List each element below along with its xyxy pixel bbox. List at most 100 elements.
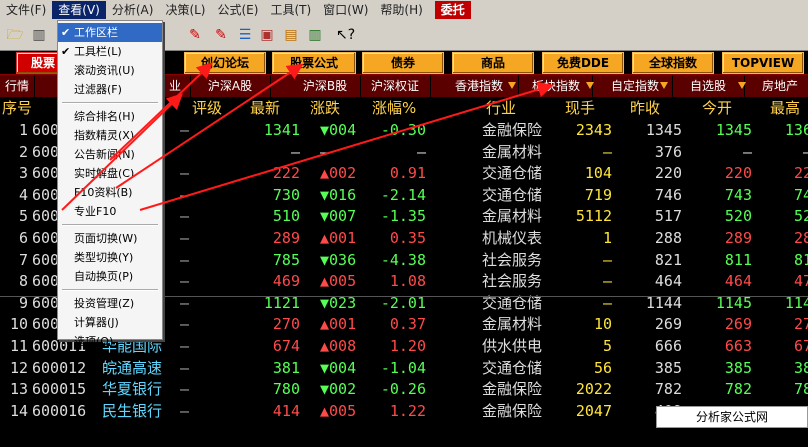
cell-chg: ▲002 [320, 164, 357, 183]
folder-icon[interactable]: ▤ [282, 26, 300, 44]
cell-seq: 7 [18, 250, 28, 269]
menu-item[interactable]: 公式(E) [212, 1, 265, 19]
category-tab[interactable]: 沪深权证 [360, 75, 431, 97]
cell-pct: -2.14 [380, 185, 426, 204]
menu-option[interactable]: 综合排名(H) [58, 107, 162, 126]
category-tab[interactable]: 房地产 [752, 75, 808, 97]
menu-item[interactable]: 工具(T) [264, 1, 317, 19]
header-high[interactable]: 最高 [770, 97, 800, 119]
category-tab[interactable]: 沪深A股 [190, 75, 271, 97]
header-seq[interactable]: 序号 [2, 97, 32, 119]
quick-button[interactable]: 全球指数 [632, 52, 714, 74]
category-tab[interactable]: 业 [160, 75, 191, 97]
menu-option[interactable]: 选项(O) [58, 332, 162, 351]
header-open[interactable]: 今开 [702, 97, 732, 119]
cell-code: 600016 [32, 401, 87, 420]
cell-seq: 4 [18, 185, 28, 204]
open-folder-icon[interactable]: 🗁 [6, 26, 24, 44]
dropdown-arrow-icon[interactable] [508, 82, 516, 89]
help-pointer-icon[interactable]: ↖? [336, 26, 355, 44]
menu-option[interactable]: 类型切换(Y) [58, 248, 162, 267]
header-pct[interactable]: 涨幅% [372, 97, 416, 119]
cell-vol: — [602, 250, 612, 269]
cell-open: 520 [724, 207, 752, 226]
header-rating[interactable]: 评级 [192, 97, 222, 119]
cell-chg: ▼004 [320, 121, 357, 139]
cell-open: 743 [724, 185, 752, 204]
table-row[interactable]: 13 600015 华夏银行 — 780 ▼002 -0.26 金融保险 2022 782 782 7… [0, 378, 808, 400]
menu-item[interactable]: 委托 [434, 1, 471, 19]
menu-item[interactable]: 帮助(H) [374, 1, 428, 19]
pen2-icon[interactable]: ✎ [212, 26, 230, 44]
cell-rating: — [180, 207, 190, 226]
cell-pct: -0.30 [380, 121, 426, 139]
cell-rating: — [180, 272, 190, 291]
dropdown-arrow-icon[interactable] [660, 82, 668, 89]
menu-option[interactable]: ✔ 工作区栏 [58, 23, 162, 42]
category-tab[interactable]: 板块指数 [520, 75, 593, 97]
cell-last: 730 [272, 185, 300, 204]
cell-chg: ▲001 [320, 315, 357, 334]
cell-rating: — [180, 337, 190, 355]
quick-button[interactable]: 创幻论坛 [184, 52, 266, 74]
cell-seq: 8 [18, 272, 28, 291]
menu-option[interactable]: 计算器(J) [58, 313, 162, 332]
cell-code: 600 [32, 250, 60, 269]
category-tab[interactable]: 沪深B股 [290, 75, 361, 97]
menu-option[interactable]: 投资管理(Z) [58, 294, 162, 313]
cell-open: 811 [724, 250, 752, 269]
cell-ind: 金融保险 [482, 380, 543, 399]
menu-option[interactable]: 实时解盘(C) [58, 164, 162, 183]
quick-button[interactable]: 股票公式 [272, 52, 356, 74]
menu-option[interactable]: F10资料(B) [58, 183, 162, 202]
list-icon[interactable]: ☰ [236, 26, 254, 44]
menu-option[interactable]: 自动换页(P) [58, 267, 162, 286]
cell-ind: 社会服务 [482, 250, 543, 269]
dropdown-arrow-icon[interactable] [586, 82, 594, 89]
category-tab[interactable]: 行情 [0, 75, 35, 97]
header-industry[interactable]: 行业 [486, 97, 516, 119]
menu-item[interactable]: 查看(V) [52, 1, 106, 19]
header-change[interactable]: 涨跌 [310, 97, 340, 119]
pen-icon[interactable]: ✎ [186, 26, 204, 44]
cell-last: 222 [272, 164, 300, 183]
table-row[interactable]: 12 600012 皖通高速 — 381 ▼004 -1.04 交通仓储 56 385 385 38 [0, 357, 808, 379]
quick-button[interactable]: 债券 [362, 52, 444, 74]
menu-option[interactable]: 页面切换(W) [58, 229, 162, 248]
category-tab[interactable]: 自选股 [672, 75, 745, 97]
header-volume[interactable]: 现手 [565, 97, 595, 119]
menu-option-label: 投资管理(Z) [74, 297, 135, 310]
menu-option[interactable]: 指数精灵(X) [58, 126, 162, 145]
menu-item[interactable]: 文件(F) [0, 1, 52, 19]
cell-rating: — [180, 121, 190, 139]
dropdown-arrow-icon[interactable] [738, 82, 746, 89]
cell-code: 600012 [32, 358, 87, 377]
cell-ind: 社会服务 [482, 272, 543, 291]
cell-rating: — [180, 315, 190, 334]
quick-button[interactable]: 免费DDE [542, 52, 624, 74]
menu-option-label: 滚动资讯(U) [74, 64, 135, 77]
books-icon[interactable]: ▥ [306, 26, 324, 44]
cell-prev: 464 [654, 272, 682, 291]
cell-vol: 56 [593, 358, 612, 377]
chart-icon[interactable]: ▥ [30, 26, 48, 44]
menu-option-label: 实时解盘(C) [74, 167, 135, 180]
menu-item[interactable]: 窗口(W) [317, 1, 374, 19]
quick-button[interactable]: 商品 [452, 52, 534, 74]
menu-item[interactable]: 分析(A) [106, 1, 160, 19]
menu-option[interactable]: 专业F10 [58, 202, 162, 221]
menu-option-label: 专业F10 [74, 205, 117, 218]
menu-option[interactable]: ✔ 工具栏(L) [58, 42, 162, 61]
cell-seq: 2 [18, 142, 28, 161]
menu-option[interactable]: 过滤器(F) [58, 80, 162, 99]
menu-item[interactable]: 决策(L) [159, 1, 211, 19]
menu-option[interactable]: 滚动资讯(U) [58, 61, 162, 80]
header-last[interactable]: 最新 [250, 97, 280, 119]
cell-pct: 0.37 [389, 315, 426, 334]
menu-bar: 文件(F) 查看(V) 分析(A) 决策(L) 公式(E) 工具(T) 窗口(W) 帮助(H)… [0, 0, 808, 21]
monitor-icon[interactable]: ▣ [258, 26, 276, 44]
quick-button[interactable]: TOPVIEW [722, 52, 804, 74]
header-prev-close[interactable]: 昨收 [630, 97, 660, 119]
cell-prev: 666 [654, 337, 682, 355]
menu-option[interactable]: 公告新闻(N) [58, 145, 162, 164]
